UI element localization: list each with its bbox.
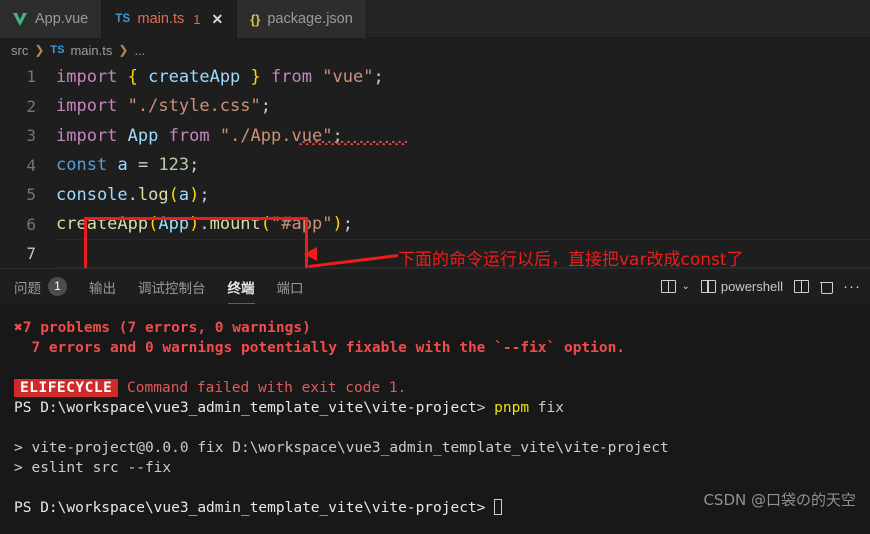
editor-tab-error-badge: 1: [193, 11, 201, 27]
code-line: 3 import App from "./App.vue";: [0, 121, 870, 151]
panel-tab-problems[interactable]: 问题 1: [14, 269, 67, 305]
terminal-lines-container: ✖7 problems (7 errors, 0 warnings) 7 err…: [14, 318, 870, 518]
trash-icon[interactable]: [819, 280, 833, 294]
json-icon: {}: [250, 11, 261, 27]
panel-tab-label: 输出: [89, 280, 116, 296]
editor-tab-main-ts[interactable]: TS main.ts 1 ✕: [102, 0, 238, 38]
terminal-output-line: > eslint src --fix: [14, 460, 172, 476]
code-text: import App from "./App.vue";: [56, 126, 407, 146]
terminal-command-line: PS D:\workspace\vue3_admin_template_vite…: [14, 400, 564, 416]
code-text: const a = 123;: [56, 155, 200, 176]
split-terminal-icon[interactable]: [794, 279, 809, 294]
code-line: 4 const a = 123;: [0, 151, 870, 181]
line-number: 3: [26, 126, 36, 146]
panel-tab-ports[interactable]: 端口: [277, 269, 304, 305]
code-text: console.log(a);: [56, 184, 210, 205]
breadcrumb-tail[interactable]: ...: [134, 43, 145, 58]
active-shell-powershell[interactable]: powershell: [700, 279, 783, 294]
code-text: import { createApp } from "vue";: [56, 66, 384, 87]
terminal-panel-icon: [700, 279, 716, 294]
line-number: 5: [26, 185, 36, 205]
terminal-output-line: > vite-project@0.0.0 fix D:\workspace\vu…: [14, 440, 669, 456]
panel-tab-label: 终端: [227, 280, 255, 296]
error-x-icon: ✖: [14, 320, 23, 336]
line-number: 4: [26, 155, 36, 175]
code-lines-container: 1 import { createApp } from "vue"; 2 import…: [0, 62, 870, 268]
close-icon[interactable]: ✕: [212, 12, 224, 26]
line-number: 6: [26, 214, 36, 234]
terminal-error-summary: ✖7 problems (7 errors, 0 warnings): [14, 320, 311, 336]
error-squiggle: [299, 140, 407, 145]
code-text: createApp(App).mount("#app");: [56, 214, 353, 235]
csdn-watermark: CSDN @口袋の的天空: [703, 491, 856, 509]
ts-icon: TS: [115, 13, 131, 25]
line-number: 1: [26, 67, 36, 87]
terminal-cursor: [494, 499, 503, 515]
editor-tab-label: main.ts: [137, 11, 185, 27]
problems-count-badge: 1: [48, 277, 67, 296]
more-actions-icon[interactable]: ···: [843, 279, 861, 294]
split-editor-icon: [661, 279, 677, 294]
panel-tab-label: 调试控制台: [138, 280, 206, 296]
terminal-error-detail: 7 errors and 0 warnings potentially fixa…: [14, 340, 626, 356]
code-line: 6 createApp(App).mount("#app");: [0, 210, 870, 240]
editor-tab-app-vue[interactable]: App.vue: [0, 0, 103, 38]
editor-tab-label: package.json: [267, 11, 353, 27]
panel-actions: ⌄ powershell ···: [661, 279, 870, 294]
editor-tab-package-json[interactable]: {} package.json: [237, 0, 367, 38]
ts-icon: TS: [50, 44, 65, 56]
terminal-output[interactable]: ✖7 problems (7 errors, 0 warnings) 7 err…: [0, 304, 870, 534]
panel-tab-label: 问题: [14, 280, 41, 296]
chevron-right-icon: ❯: [34, 43, 45, 57]
shell-name-label: powershell: [720, 279, 783, 294]
panel-tab-debug-console[interactable]: 调试控制台: [138, 269, 206, 305]
code-line: 2 import "./style.css";: [0, 92, 870, 122]
editor-tab-bar: App.vue TS main.ts 1 ✕ {} package.json: [0, 0, 870, 38]
elifecycle-badge: ELIFECYCLE: [14, 379, 119, 397]
code-line: 5 console.log(a);: [0, 180, 870, 210]
panel-tab-bar: 问题 1 输出 调试控制台 终端 端口 ⌄ powershell ···: [0, 268, 870, 305]
breadcrumb-file[interactable]: main.ts: [70, 43, 112, 58]
panel-tab-terminal[interactable]: 终端: [227, 269, 255, 305]
vue-icon: [13, 12, 28, 26]
breadcrumb-root[interactable]: src: [11, 43, 28, 58]
launch-profile-dropdown[interactable]: ⌄: [661, 279, 690, 294]
chevron-right-icon: ❯: [118, 43, 129, 57]
breadcrumb: src ❯ TS main.ts ❯ ...: [0, 38, 870, 62]
annotation-text: 下面的命令运行以后，直接把var改成const了: [398, 250, 744, 268]
line-number: 2: [26, 96, 36, 116]
code-editor[interactable]: 1 import { createApp } from "vue"; 2 import…: [0, 62, 870, 268]
editor-tab-label: App.vue: [35, 11, 89, 27]
panel-tab-label: 端口: [276, 280, 304, 296]
panel-tab-output[interactable]: 输出: [89, 269, 116, 305]
code-text: import "./style.css";: [56, 96, 271, 117]
chevron-down-icon: ⌄: [681, 281, 690, 292]
code-line: 1 import { createApp } from "vue";: [0, 62, 870, 92]
terminal-lifecycle-error: ELIFECYCLE Command failed with exit code…: [14, 378, 870, 398]
line-number: 7: [26, 244, 36, 264]
